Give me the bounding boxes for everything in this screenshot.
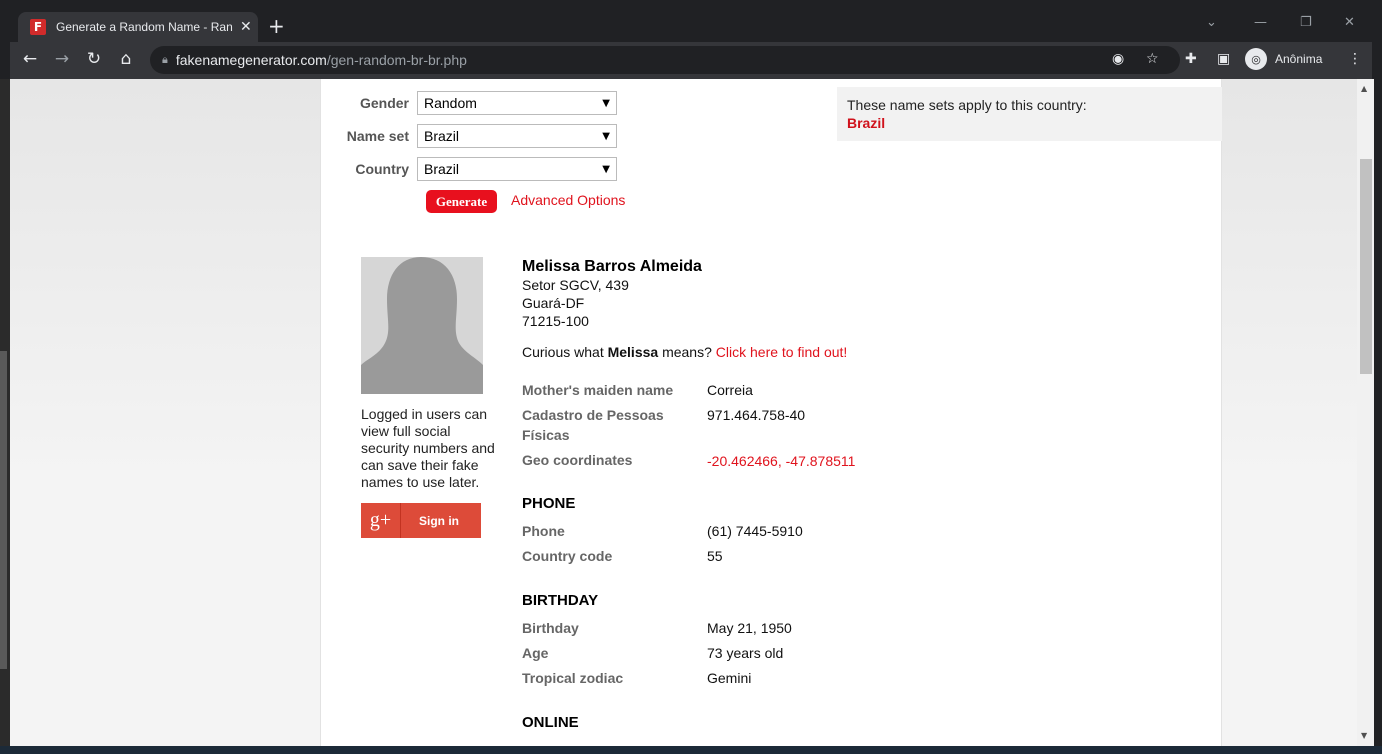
nameset-select-value: Brazil	[424, 128, 460, 144]
curious-prefix: Curious what	[522, 344, 608, 360]
forward-icon[interactable]: →	[50, 49, 74, 69]
zodiac-value: Gemini	[707, 670, 752, 686]
age-label: Age	[522, 645, 549, 661]
address-line-2: Guará-DF	[522, 295, 585, 311]
age-value: 73 years old	[707, 645, 784, 661]
chevron-down-icon: ▼	[602, 163, 610, 175]
restore-icon[interactable]: ❐	[1300, 15, 1312, 30]
name-meaning-link[interactable]: Click here to find out!	[716, 344, 848, 360]
tracking-blocked-icon[interactable]: ◉	[1112, 51, 1124, 67]
scroll-thumb[interactable]	[1360, 159, 1372, 374]
birthday-heading: BIRTHDAY	[522, 592, 599, 609]
online-heading: ONLINE	[522, 714, 579, 731]
signin-label: Sign in	[419, 513, 459, 528]
nameset-select[interactable]: Brazil ▼	[417, 124, 617, 148]
back-icon[interactable]: ←	[18, 49, 42, 69]
incognito-icon: ◎	[1245, 48, 1267, 70]
left-window-edge	[0, 79, 10, 746]
os-taskbar	[0, 746, 1382, 754]
phone-label: Phone	[522, 523, 565, 539]
geo-label: Geo coordinates	[522, 452, 633, 468]
left-edge-strip	[0, 351, 7, 669]
advanced-options-link[interactable]: Advanced Options	[511, 192, 625, 208]
profile-label: Anônima	[1275, 52, 1323, 66]
minimize-icon[interactable]: —	[1254, 15, 1267, 30]
birthday-value: May 21, 1950	[707, 620, 792, 636]
cpf-value: 971.464.758-40	[707, 407, 806, 423]
google-plus-icon: g+	[361, 503, 401, 538]
google-plus-signin-button[interactable]: g+ Sign in	[361, 503, 481, 538]
chevron-down-icon: ▼	[602, 97, 610, 109]
phone-heading: PHONE	[522, 495, 576, 512]
address-bar[interactable]: 🔒︎ fakenamegenerator.com/gen-random-br-b…	[150, 46, 1180, 74]
browser-tab[interactable]: F Generate a Random Name - Ran ✕	[18, 12, 258, 42]
address-line-3: 71215-100	[522, 313, 589, 329]
tab-strip: F Generate a Random Name - Ran ✕ + ⌄ — ❐…	[10, 9, 1372, 42]
tab-search-icon[interactable]: ⌄	[1206, 15, 1217, 30]
site-favicon: F	[30, 19, 46, 35]
browser-toolbar: ← → ↻ ⌂ 🔒︎ fakenamegenerator.com/gen-ran…	[10, 42, 1372, 79]
chevron-down-icon: ▼	[602, 130, 610, 142]
birthday-label: Birthday	[522, 620, 579, 636]
country-code-label: Country code	[522, 548, 613, 564]
url-host: fakenamegenerator.com	[175, 52, 327, 68]
main-content: Gender Random ▼ Name set Brazil ▼ Countr…	[320, 79, 1222, 746]
person-name: Melissa Barros Almeida	[522, 258, 702, 275]
mothers-maiden-value: Correia	[707, 382, 753, 398]
close-window-icon[interactable]: ✕	[1344, 15, 1355, 30]
nameset-row: Name set Brazil ▼	[321, 124, 617, 148]
country-row: Country Brazil ▼	[321, 157, 617, 181]
curious-name: Melissa	[607, 344, 659, 360]
name-meaning-line: Curious what Melissa means? Click here t…	[522, 344, 847, 360]
geo-coordinates-link[interactable]: -20.462466, -47.878511	[707, 451, 855, 471]
scroll-up-icon[interactable]: ▲	[1361, 84, 1367, 93]
side-panel-icon[interactable]: ▣	[1217, 51, 1230, 67]
country-select[interactable]: Brazil ▼	[417, 157, 617, 181]
close-tab-icon[interactable]: ✕	[240, 19, 252, 35]
incognito-profile[interactable]: ◎ Anônima	[1245, 48, 1322, 70]
notice-country-link[interactable]: Brazil	[847, 115, 1212, 131]
extensions-icon[interactable]: ✚	[1185, 51, 1197, 67]
home-icon[interactable]: ⌂	[114, 49, 138, 69]
scroll-down-icon[interactable]: ▼	[1361, 731, 1367, 740]
url-path: /gen-random-br-br.php	[326, 52, 467, 68]
browser-chrome: F Generate a Random Name - Ran ✕ + ⌄ — ❐…	[10, 9, 1372, 79]
nameset-label: Name set	[346, 128, 409, 144]
tab-title: Generate a Random Name - Ran	[56, 20, 233, 34]
country-label: Country	[355, 161, 409, 177]
person-silhouette-icon	[361, 257, 483, 394]
gender-label: Gender	[359, 95, 409, 111]
login-note: Logged in users can view full social sec…	[361, 406, 495, 490]
phone-value: (61) 7445-5910	[707, 523, 803, 539]
avatar-silhouette	[361, 257, 483, 394]
zodiac-label: Tropical zodiac	[522, 670, 624, 686]
gender-select[interactable]: Random ▼	[417, 91, 617, 115]
country-select-value: Brazil	[424, 161, 460, 177]
gender-select-value: Random	[424, 95, 477, 111]
vertical-scrollbar[interactable]: ▲ ▼	[1357, 79, 1374, 746]
address-line-1: Setor SGCV, 439	[522, 277, 629, 293]
country-code-value: 55	[707, 548, 723, 564]
country-notice: These name sets apply to this country: B…	[837, 87, 1222, 141]
new-tab-icon[interactable]: +	[268, 14, 285, 38]
generate-button[interactable]: Generate	[426, 190, 497, 213]
menu-icon[interactable]: ⋮	[1348, 51, 1362, 67]
reload-icon[interactable]: ↻	[82, 49, 106, 69]
curious-middle: means?	[658, 344, 716, 360]
mothers-maiden-label: Mother's maiden name	[522, 382, 674, 398]
lock-icon: 🔒︎	[162, 53, 168, 66]
bookmark-star-icon[interactable]: ☆	[1146, 51, 1159, 67]
cpf-label: Cadastro de Pessoas Físicas	[522, 407, 664, 443]
gender-row: Gender Random ▼	[321, 91, 617, 115]
page-viewport: Gender Random ▼ Name set Brazil ▼ Countr…	[10, 79, 1357, 746]
notice-text: These name sets apply to this country:	[847, 97, 1087, 113]
